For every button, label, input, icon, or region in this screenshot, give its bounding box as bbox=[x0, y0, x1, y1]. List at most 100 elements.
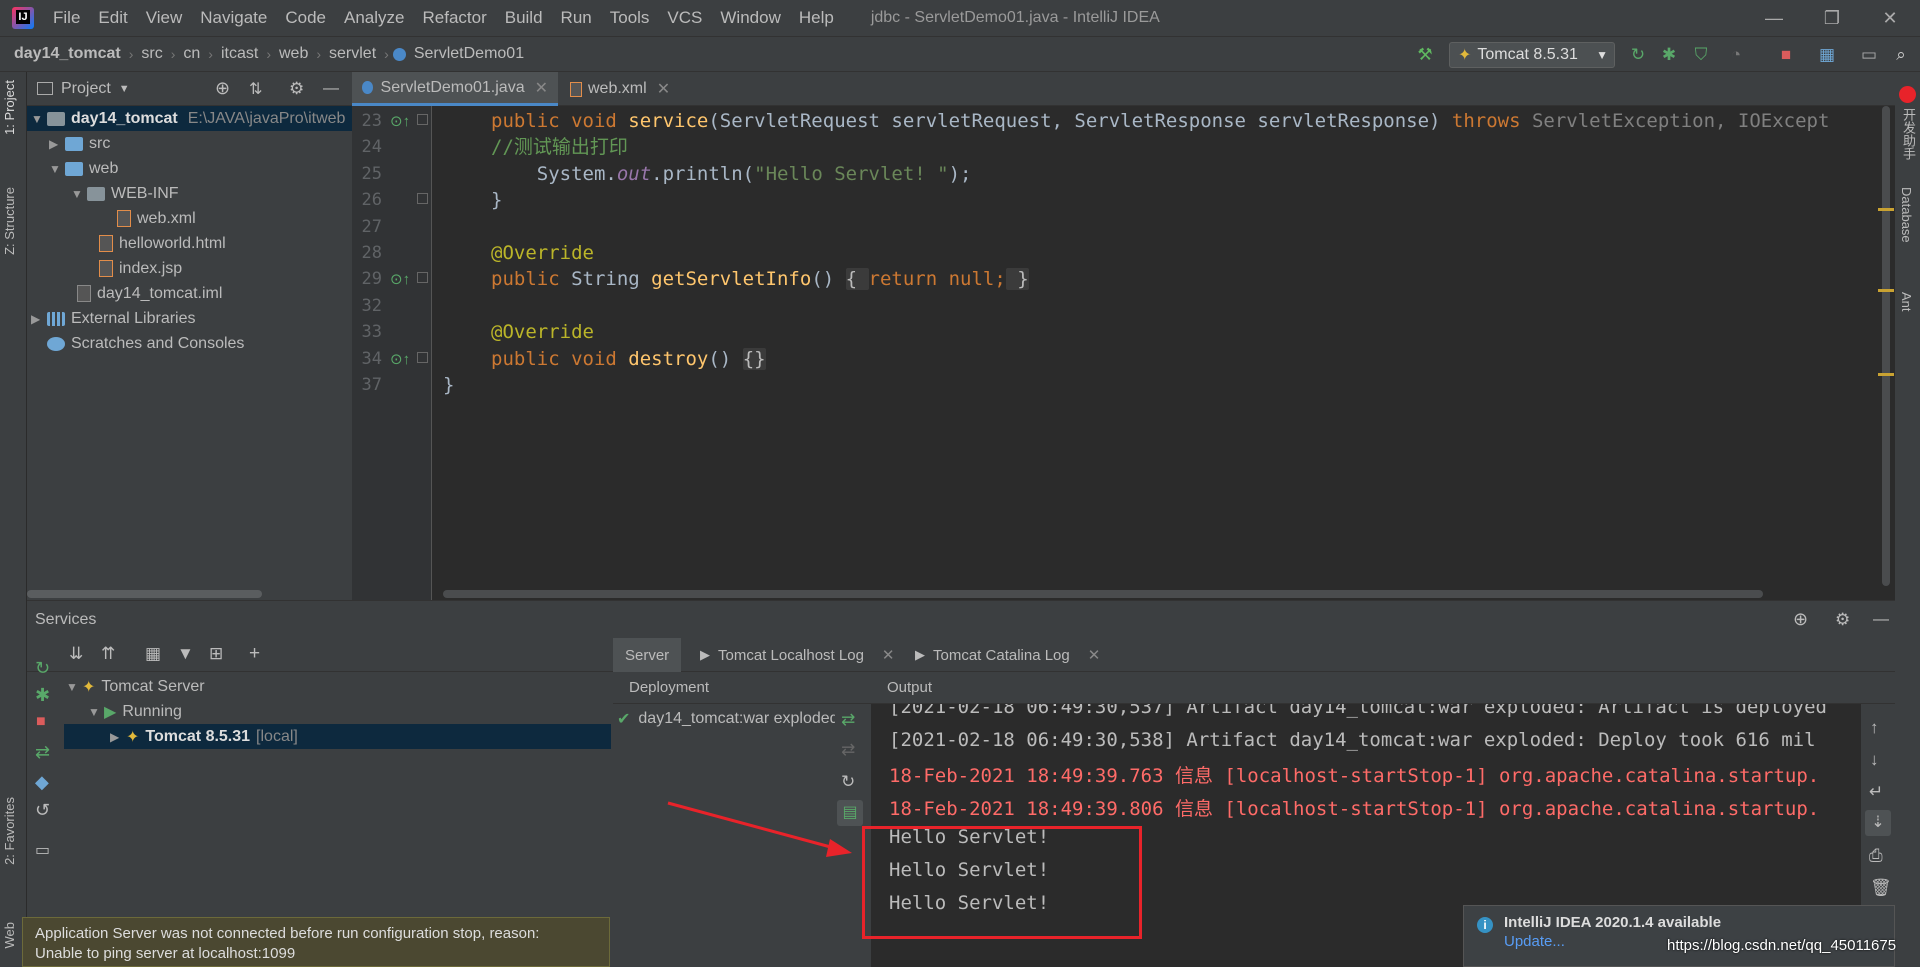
menu-view[interactable]: View bbox=[137, 8, 192, 28]
menu-refactor[interactable]: Refactor bbox=[413, 8, 495, 28]
tree-item-src[interactable]: ▶ src bbox=[49, 131, 110, 156]
deployment-item[interactable]: ✔ day14_tomcat:war exploded bbox=[617, 706, 835, 731]
tree-item-external-libraries[interactable]: ▶ External Libraries bbox=[31, 306, 196, 331]
menu-vcs[interactable]: VCS bbox=[658, 8, 711, 28]
menu-navigate[interactable]: Navigate bbox=[191, 8, 276, 28]
fold-icon[interactable] bbox=[417, 193, 428, 205]
menu-analyze[interactable]: Analyze bbox=[335, 8, 413, 28]
hide-panel-icon[interactable]: — bbox=[323, 80, 339, 98]
tree-item-iml[interactable]: day14_tomcat.iml bbox=[77, 281, 222, 306]
menu-tools[interactable]: Tools bbox=[601, 8, 659, 28]
breadcrumb-item[interactable]: day14_tomcat bbox=[10, 45, 125, 63]
tree-item-web-xml[interactable]: web.xml bbox=[117, 206, 196, 231]
refresh-icon[interactable]: ↻ bbox=[841, 772, 855, 792]
update-notification[interactable]: i IntelliJ IDEA 2020.1.4 available Updat… bbox=[1463, 905, 1895, 967]
chevron-down-icon[interactable]: ▼ bbox=[119, 83, 130, 95]
editor-scrollbar[interactable] bbox=[1878, 106, 1895, 600]
coverage-icon[interactable]: ⛉ bbox=[1690, 44, 1712, 66]
tab-localhost-log[interactable]: ▶ Tomcat Localhost Log ✕ bbox=[688, 638, 907, 672]
tab-server[interactable]: Server bbox=[613, 638, 682, 672]
override-marker-icon[interactable]: ⊙↑ bbox=[390, 112, 410, 130]
minimize-icon[interactable]: — bbox=[1745, 0, 1803, 36]
horizontal-scrollbar[interactable] bbox=[27, 590, 262, 598]
debug-icon[interactable]: ✱ bbox=[35, 685, 50, 706]
group-icon[interactable]: ▦ bbox=[145, 644, 161, 664]
close-icon[interactable]: ✕ bbox=[535, 78, 548, 98]
rerun-icon[interactable]: ↻ bbox=[1627, 44, 1649, 66]
arrow-up-icon[interactable]: ↑ bbox=[1870, 718, 1879, 738]
breadcrumb-item[interactable]: cn bbox=[179, 45, 204, 63]
tree-item-index-jsp[interactable]: index.jsp bbox=[99, 256, 182, 281]
tree-item-web[interactable]: ▼ web bbox=[49, 156, 118, 181]
refresh-icon[interactable]: ↺ bbox=[35, 800, 50, 821]
close-icon[interactable]: ✕ bbox=[1861, 0, 1919, 36]
close-icon[interactable]: ✕ bbox=[1088, 646, 1101, 664]
menu-run[interactable]: Run bbox=[552, 8, 601, 28]
stop-icon[interactable]: ■ bbox=[36, 713, 46, 731]
new-tab-icon[interactable]: ⊞ bbox=[209, 644, 223, 664]
undeploy-icon[interactable]: ⇄ bbox=[841, 740, 855, 760]
tab-ant[interactable]: Ant bbox=[1899, 292, 1914, 312]
collapse-all-icon[interactable]: ⇅ bbox=[249, 79, 262, 99]
override-marker-icon[interactable]: ⊙↑ bbox=[390, 350, 410, 368]
tree-item-root[interactable]: ▼ day14_tomcat E:\JAVA\javaPro\itweb bbox=[27, 106, 352, 131]
menu-window[interactable]: Window bbox=[711, 8, 789, 28]
fold-icon[interactable] bbox=[417, 351, 428, 363]
breadcrumb-item[interactable]: web bbox=[275, 45, 312, 63]
menu-build[interactable]: Build bbox=[496, 8, 552, 28]
expand-all-icon[interactable]: ⇊ bbox=[69, 644, 83, 664]
profile-icon[interactable]: ◔ bbox=[1725, 44, 1747, 66]
error-notification[interactable]: Application Server was not connected bef… bbox=[22, 917, 610, 967]
debug-icon[interactable]: ✱ bbox=[1658, 44, 1680, 66]
menu-code[interactable]: Code bbox=[276, 8, 335, 28]
breadcrumb-item[interactable]: ServletDemo01 bbox=[410, 45, 528, 63]
breadcrumb-item[interactable]: src bbox=[137, 45, 166, 63]
globe-icon[interactable]: ⊕ bbox=[1793, 609, 1808, 630]
tree-item-tomcat-server[interactable]: ▼ ✦ Tomcat Server bbox=[66, 674, 205, 699]
project-structure-icon[interactable]: ▦ bbox=[1816, 44, 1838, 66]
fold-icon[interactable] bbox=[417, 114, 428, 125]
close-icon[interactable]: ✕ bbox=[657, 79, 670, 99]
layout-icon[interactable]: ▭ bbox=[1858, 44, 1880, 66]
tree-item-running[interactable]: ▼ ▶ Running bbox=[88, 699, 182, 724]
menu-file[interactable]: File bbox=[44, 8, 89, 28]
hide-panel-icon[interactable]: — bbox=[1873, 611, 1889, 629]
soft-wrap-icon[interactable]: ↵ bbox=[1869, 782, 1883, 802]
tab-structure[interactable]: Z: Structure bbox=[2, 187, 17, 255]
gear-icon[interactable]: ⚙ bbox=[1835, 610, 1850, 630]
tab-favorites[interactable]: 2: Favorites bbox=[2, 797, 17, 865]
tree-item-helloworld[interactable]: helloworld.html bbox=[99, 231, 226, 256]
restore-icon[interactable]: ❐ bbox=[1803, 0, 1861, 36]
tree-item-web-inf[interactable]: ▼ WEB-INF bbox=[71, 181, 179, 206]
redeploy-icon[interactable]: ⇄ bbox=[841, 710, 855, 730]
tab-catalina-log[interactable]: ▶ Tomcat Catalina Log ✕ bbox=[903, 638, 1112, 672]
menu-help[interactable]: Help bbox=[790, 8, 843, 28]
gear-icon[interactable]: ⚙ bbox=[289, 79, 304, 99]
scroll-to-end-icon[interactable]: ⇣ bbox=[1865, 810, 1891, 836]
locate-icon[interactable]: ⊕ bbox=[215, 78, 230, 99]
override-marker-icon[interactable]: ⊙↑ bbox=[390, 270, 410, 288]
rerun-icon[interactable]: ↻ bbox=[35, 658, 50, 679]
deploy-icon[interactable]: ◆ bbox=[35, 772, 49, 793]
tab-database[interactable]: Database bbox=[1899, 187, 1914, 243]
tab-project[interactable]: 1: Project bbox=[2, 80, 17, 135]
build-hammer-icon[interactable]: ⚒ bbox=[1414, 44, 1436, 66]
breadcrumb-item[interactable]: servlet bbox=[325, 45, 380, 63]
tab-helper[interactable]: 开发助手 bbox=[1899, 108, 1918, 160]
search-icon[interactable]: ⌕ bbox=[1890, 44, 1912, 66]
tree-item-tomcat-instance[interactable]: ▶ ✦ Tomcat 8.5.31 [local] bbox=[64, 724, 611, 749]
tree-item-scratches[interactable]: Scratches and Consoles bbox=[47, 331, 244, 356]
update-icon[interactable]: ⇄ bbox=[35, 742, 50, 763]
collapse-all-icon[interactable]: ⇈ bbox=[101, 644, 115, 664]
fold-icon[interactable] bbox=[417, 272, 428, 284]
stop-icon[interactable]: ■ bbox=[1775, 44, 1797, 66]
layout-icon[interactable]: ▭ bbox=[35, 840, 50, 860]
breadcrumb-item[interactable]: itcast bbox=[217, 45, 262, 63]
arrow-down-icon[interactable]: ↓ bbox=[1870, 750, 1879, 770]
run-config-dropdown[interactable]: ✦ Tomcat 8.5.31 ▼ bbox=[1449, 42, 1615, 68]
trash-icon[interactable]: 🗑 bbox=[1870, 878, 1892, 898]
project-title[interactable]: Project bbox=[61, 80, 111, 98]
add-icon[interactable]: + bbox=[249, 643, 260, 665]
tab-servletdemo01[interactable]: ServletDemo01.java ✕ bbox=[352, 72, 558, 106]
close-icon[interactable]: ✕ bbox=[882, 646, 895, 664]
